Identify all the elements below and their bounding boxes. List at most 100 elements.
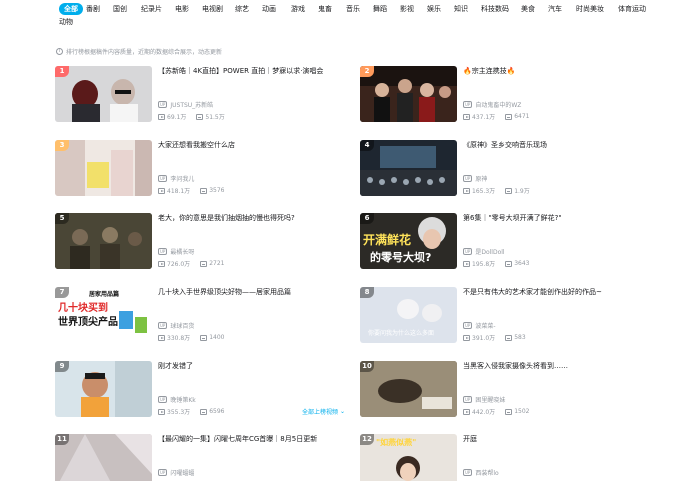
tab-12[interactable]: 影视 — [400, 3, 414, 15]
danmaku-count: 3643 — [514, 260, 530, 267]
video-author[interactable]: UP 原神 — [463, 174, 487, 183]
video-stats: 726.0万 2721 — [158, 259, 234, 268]
tab-7[interactable]: 动画 — [262, 3, 276, 15]
video-thumbnail[interactable]: 9 — [55, 361, 152, 417]
ranking-notice-text: 排行榜根据稿件内容质量，近期的数据综合展示，动态更新 — [66, 49, 223, 56]
rank-badge: 1 — [55, 66, 69, 77]
danmaku-count: 1400 — [209, 334, 225, 341]
video-thumbnail[interactable]: 开满鲜花 的零号大坝? 6 — [360, 213, 457, 269]
video-thumbnail[interactable]: 居家用品篇 几十块买到 世界顶尖产品 7 — [55, 287, 152, 343]
danmaku-count-icon — [196, 113, 204, 120]
video-title[interactable]: 刚才发错了 — [158, 361, 358, 371]
up-icon: UP — [158, 175, 168, 182]
video-title[interactable]: 不是只有伟大的艺术家才能创作出好的作品~ — [463, 287, 663, 297]
tab-6[interactable]: 综艺 — [235, 3, 249, 15]
video-thumbnail[interactable]: 1 — [55, 66, 152, 122]
rank-badge: 10 — [360, 361, 374, 372]
danmaku-count: 51.5万 — [205, 114, 225, 121]
video-card[interactable]: 你要问我为什么这么多面 8 不是只有伟大的艺术家才能创作出好的作品~ UP 波菜菜- 39… — [360, 287, 660, 343]
video-author[interactable]: UP 最橘长呀 — [158, 247, 194, 256]
tab-19[interactable]: 体育运动 — [618, 3, 646, 15]
video-card[interactable]: 3 大家还想看我搬空什么店 UP 李问我儿 418.1万 3576 — [55, 140, 355, 196]
video-author[interactable]: UP JUSTSU_苏新皓 — [158, 100, 213, 109]
video-thumbnail[interactable]: 4 — [360, 140, 457, 196]
video-title[interactable]: 《原神》圣乡交响音乐现场 — [463, 140, 663, 150]
video-card[interactable]: 1 【苏新皓｜4K直拍】POWER 直拍｜梦寐以求·演唱会 UP JUSTSU_苏新皓… — [55, 66, 355, 122]
video-thumbnail[interactable]: 2 — [360, 66, 457, 122]
video-card[interactable]: 10 当黑客入侵我家摄像头将看到…… UP 困里醒晓妹 442.0万 1502 — [360, 361, 660, 417]
tab-18[interactable]: 时尚美妆 — [576, 3, 604, 15]
video-title[interactable]: 开庭 — [463, 434, 663, 444]
danmaku-count-icon — [505, 260, 513, 267]
author-name: 闪曜蝠蝠 — [170, 470, 195, 477]
video-card[interactable]: 5 老大，你的意思是我们抽烟抽的慢也得死吗? UP 最橘长呀 726.0万 2721 — [55, 213, 355, 269]
video-stats: 437.1万 6471 — [463, 112, 539, 121]
video-author[interactable]: UP 闪曜蝠蝠 — [158, 468, 194, 477]
tab-9[interactable]: 鬼畜 — [318, 3, 332, 15]
video-author[interactable]: UP 困里醒晓妹 — [463, 395, 505, 404]
thumbnail-caption: 世界顶尖产品 — [58, 315, 118, 328]
video-thumbnail[interactable]: 11 — [55, 434, 152, 481]
tab-15[interactable]: 科技数码 — [481, 3, 509, 15]
video-author[interactable]: UP 是DollDoll — [463, 247, 505, 256]
play-count-icon — [158, 334, 165, 341]
video-title[interactable]: 老大，你的意思是我们抽烟抽的慢也得死吗? — [158, 213, 358, 223]
video-card[interactable]: 开满鲜花 的零号大坝? 6 第6集｜"零号大坝开满了鲜花?" UP 是DollDoll 19… — [360, 213, 660, 269]
danmaku-count-icon — [505, 334, 513, 341]
video-thumbnail[interactable]: 3 — [55, 140, 152, 196]
video-author[interactable]: UP 波菜菜- — [463, 321, 496, 330]
video-author[interactable]: UP 自动鬼畜中的WZ — [463, 100, 521, 109]
video-title[interactable]: 【最闪耀的一集】闪曜七周年CG首曝｜8月5日更新 — [158, 434, 358, 444]
up-icon: UP — [463, 248, 473, 255]
tab-14[interactable]: 知识 — [454, 3, 468, 15]
video-thumbnail[interactable]: 你要问我为什么这么多面 8 — [360, 287, 457, 343]
video-thumbnail[interactable]: "如燕似燕" 12 — [360, 434, 457, 481]
up-icon: UP — [463, 322, 473, 329]
tab-16[interactable]: 美食 — [521, 3, 535, 15]
tab-0[interactable]: 全部 — [59, 3, 83, 15]
video-title[interactable]: 当黑客入侵我家摄像头将看到…… — [463, 361, 663, 371]
video-title[interactable]: 几十块入手世界级顶尖好物——居家用品篇 — [158, 287, 358, 297]
tab-20[interactable]: 动物 — [59, 16, 73, 28]
video-stats: 195.8万 3643 — [463, 259, 539, 268]
danmaku-count: 6471 — [514, 113, 530, 120]
video-author[interactable]: UP 晚锤第Kk — [158, 395, 196, 404]
video-author[interactable]: UP 球球百货 — [158, 321, 194, 330]
video-card[interactable]: 居家用品篇 几十块买到 世界顶尖产品 7 几十块入手世界级顶尖好物——居家用品篇 UP 球球… — [55, 287, 355, 343]
author-name: 是DollDoll — [475, 249, 505, 256]
chevron-down-icon: ⌄ — [340, 408, 346, 415]
tab-2[interactable]: 国创 — [113, 3, 127, 15]
author-name: 原神 — [475, 176, 488, 183]
video-title[interactable]: 大家还想看我搬空什么店 — [158, 140, 358, 150]
tab-3[interactable]: 纪录片 — [141, 3, 162, 15]
danmaku-count-icon — [505, 408, 513, 415]
tab-17[interactable]: 汽车 — [548, 3, 562, 15]
tab-4[interactable]: 电影 — [175, 3, 189, 15]
tab-5[interactable]: 电视剧 — [202, 3, 223, 15]
author-name: 球球百货 — [170, 323, 195, 330]
tab-10[interactable]: 音乐 — [346, 3, 360, 15]
danmaku-count: 1.9万 — [514, 188, 530, 195]
tab-13[interactable]: 娱乐 — [427, 3, 441, 15]
video-card[interactable]: 4 《原神》圣乡交响音乐现场 UP 原神 165.3万 1.9万 — [360, 140, 660, 196]
video-author[interactable]: UP 西装帮lo — [463, 468, 499, 477]
video-card[interactable]: 2 🔥宗主连携技🔥 UP 自动鬼畜中的WZ 437.1万 6471 — [360, 66, 660, 122]
video-author[interactable]: UP 李问我儿 — [158, 174, 194, 183]
video-card[interactable]: 11 【最闪耀的一集】闪曜七周年CG首曝｜8月5日更新 UP 闪曜蝠蝠 — [55, 434, 355, 481]
video-title[interactable]: 【苏新皓｜4K直拍】POWER 直拍｜梦寐以求·演唱会 — [158, 66, 358, 76]
video-thumbnail[interactable]: 10 — [360, 361, 457, 417]
tab-11[interactable]: 舞蹈 — [373, 3, 387, 15]
danmaku-count: 6596 — [209, 408, 225, 415]
thumbnail-caption: "如燕似燕" — [376, 437, 416, 447]
up-icon: UP — [158, 322, 168, 329]
thumbnail-caption: 几十块买到 — [58, 301, 108, 314]
video-card[interactable]: "如燕似燕" 12 开庭 UP 西装帮lo — [360, 434, 660, 481]
tab-8[interactable]: 游戏 — [291, 3, 305, 15]
view-count: 69.1万 — [167, 114, 187, 121]
video-title[interactable]: 第6集｜"零号大坝开满了鲜花?" — [463, 213, 663, 223]
tab-1[interactable]: 番剧 — [86, 3, 100, 15]
video-title[interactable]: 🔥宗主连携技🔥 — [463, 66, 663, 76]
video-thumbnail[interactable]: 5 — [55, 213, 152, 269]
up-icon: UP — [158, 396, 168, 403]
all-ranked-videos-link[interactable]: 全部上榜视频 ⌄ — [302, 407, 345, 416]
